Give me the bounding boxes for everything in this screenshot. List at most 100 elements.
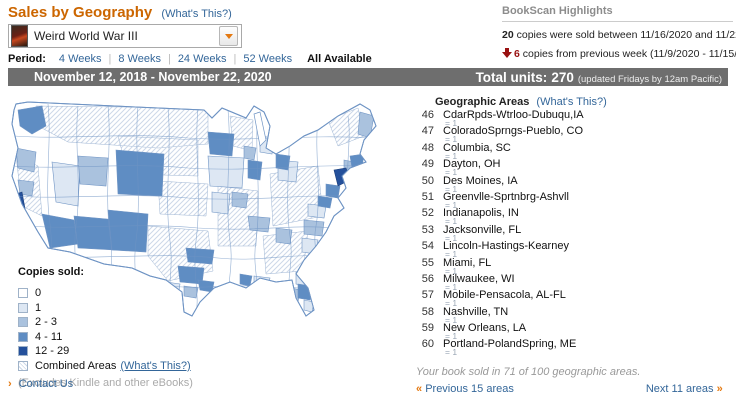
bookscan-delta: 6 copies from previous week (11/9/2020 -… [502, 48, 736, 60]
whats-this-link-header[interactable]: (What's This?) [161, 8, 231, 20]
legend-label-4: 12 - 29 [35, 345, 70, 358]
list-item: 60 Portland-PolandSpring, ME = 1 [416, 338, 732, 356]
area-rank: 57 [421, 289, 434, 302]
legend-swatch-3 [18, 331, 28, 342]
area-rank: 49 [421, 158, 434, 171]
legend-swatch-4 [18, 346, 28, 357]
legend-entry-3: 4 - 11 [18, 330, 193, 345]
area-name: Mobile-Pensacola, AL-FL [443, 289, 566, 302]
total-units: Total units: 270 (updated Fridays by 12a… [476, 70, 722, 85]
geographic-areas-title: Geographic Areas [435, 96, 530, 108]
area-rank: 59 [421, 322, 434, 335]
bookscan-week-sales: 20 copies were sold between 11/16/2020 a… [502, 29, 736, 41]
list-item: 54 Lincoln-Hastings-Kearney = 1 [416, 240, 732, 258]
book-title: Weird World War III [34, 29, 138, 43]
whats-this-link-combined[interactable]: (What's This?) [120, 360, 190, 372]
area-rank: 55 [421, 256, 434, 269]
bookscan-delta-text: copies from previous week (11/9/2020 - 1… [522, 48, 736, 60]
period-option-all-available-selected[interactable]: All Available [307, 53, 372, 65]
bookscan-week-sales-text: copies were sold between 11/16/2020 and … [516, 29, 736, 41]
area-name: Greenvlle-Sprtnbrg-Ashvll [443, 190, 569, 203]
bookscan-week-sales-value: 20 [502, 29, 514, 41]
divider: | [167, 53, 171, 65]
area-rank: 51 [421, 190, 434, 203]
list-item: 51 Greenvlle-Sprtnbrg-Ashvll = 1 [416, 190, 732, 209]
divider: | [233, 53, 237, 65]
period-option-52-weeks[interactable]: 52 Weeks [243, 53, 292, 65]
area-rank: 50 [421, 174, 434, 187]
area-rank: 47 [421, 125, 434, 138]
period-option-24-weeks[interactable]: 24 Weeks [178, 53, 227, 65]
list-item: 56 Milwaukee, WI = 1 [416, 273, 732, 291]
area-rank: 52 [421, 207, 434, 220]
total-units-value: 270 [551, 69, 574, 85]
legend-entry-1: 1 [18, 301, 193, 316]
area-rank: 46 [421, 109, 434, 121]
bookscan-highlights: BookScan Highlights 20 copies were sold … [502, 5, 736, 60]
period-selector: Period: 4 Weeks | 8 Weeks | 24 Weeks | 5… [8, 53, 372, 65]
legend-entry-0: 0 [18, 286, 193, 301]
legend-label-1: 1 [35, 301, 42, 314]
list-item: 58 Nashville, TN = 1 [416, 305, 732, 324]
areas-pagination: « Previous 15 areas Next 11 areas » [416, 383, 732, 395]
period-option-8-weeks[interactable]: 8 Weeks [118, 53, 161, 65]
area-rank: 58 [421, 305, 434, 318]
divider: | [108, 53, 112, 65]
legend-label-combined: Combined Areas [35, 359, 117, 372]
list-item: 57 Mobile-Pensacola, AL-FL = 1 [416, 289, 732, 307]
left-double-arrow-icon: « [416, 383, 423, 395]
list-item: 49 Dayton, OH = 1 [416, 158, 732, 176]
geographic-areas-list: 46 CdarRpds-Wtrloo-Dubuqu,IA = 1 47 Colora… [416, 109, 732, 357]
date-range-bar: November 12, 2018 - November 22, 2020 To… [8, 68, 728, 86]
legend-entry-2: 2 - 3 [18, 315, 193, 330]
down-arrow-icon [502, 48, 512, 58]
legend-swatch-2 [18, 317, 28, 328]
book-selector[interactable]: Weird World War III [8, 24, 242, 48]
arrow-bullet-icon: › [8, 378, 12, 390]
list-item: 59 New Orleans, LA = 1 [416, 322, 732, 340]
total-units-label: Total units: [475, 69, 548, 85]
legend-title: Copies sold: [18, 266, 85, 278]
geographic-areas-header: Geographic Areas (What's This?) [435, 96, 607, 108]
list-item: 50 Des Moines, IA = 1 [416, 174, 732, 193]
contact-us[interactable]: › Contact Us [8, 378, 73, 390]
book-selector-dropdown-button[interactable] [219, 26, 238, 46]
contact-us-label: Contact Us [18, 378, 74, 390]
list-item: 53 Jacksonville, FL = 1 [416, 223, 732, 242]
map-legend: Copies sold: 0 1 2 - 3 4 - 11 12 - 29 Co… [18, 266, 193, 389]
area-name: CdarRpds-Wtrloo-Dubuqu,IA [443, 109, 584, 121]
book-cover-thumbnail [11, 25, 28, 47]
list-item: 55 Miami, FL = 1 [416, 256, 732, 275]
bookscan-title: BookScan Highlights [502, 5, 733, 22]
area-rank: 54 [421, 240, 434, 253]
legend-swatch-combined-hatch [18, 360, 28, 371]
whats-this-link-areas[interactable]: (What's This?) [536, 96, 606, 108]
date-range: November 12, 2018 - November 22, 2020 [34, 70, 272, 84]
list-item: 52 Indianapolis, IN = 1 [416, 207, 732, 225]
areas-summary: Your book sold in 71 of 100 geographic a… [416, 366, 641, 378]
legend-entry-combined: Combined Areas (What's This?) [18, 359, 193, 374]
right-double-arrow-icon: » [716, 383, 723, 395]
area-rank: 48 [421, 141, 434, 154]
legend-entry-4: 12 - 29 [18, 344, 193, 359]
list-item: 47 ColoradoSprngs-Pueblo, CO = 1 [416, 125, 732, 143]
chevron-down-icon [224, 33, 233, 39]
area-name: Portland-PolandSpring, ME [443, 338, 577, 351]
page-title-text: Sales by Geography [8, 4, 153, 21]
area-name: Lincoln-Hastings-Kearney [443, 240, 569, 253]
page-title: Sales by Geography (What's This?) [8, 4, 232, 21]
previous-areas-link[interactable]: « Previous 15 areas [416, 383, 514, 395]
area-rank: 60 [421, 338, 434, 351]
legend-label-3: 4 - 11 [35, 330, 63, 343]
legend-label-2: 2 - 3 [35, 316, 58, 329]
list-item: 48 Columbia, SC = 1 [416, 141, 732, 160]
previous-areas-label: Previous 15 areas [425, 383, 514, 395]
next-areas-label: Next 11 areas [645, 383, 714, 395]
legend-swatch-0 [18, 288, 28, 299]
period-label: Period: [8, 53, 46, 65]
legend-label-0: 0 [35, 287, 42, 300]
legend-swatch-1 [18, 302, 28, 313]
next-areas-link[interactable]: Next 11 areas » [646, 383, 723, 395]
area-rank: 53 [421, 223, 434, 236]
period-option-4-weeks[interactable]: 4 Weeks [59, 53, 102, 65]
